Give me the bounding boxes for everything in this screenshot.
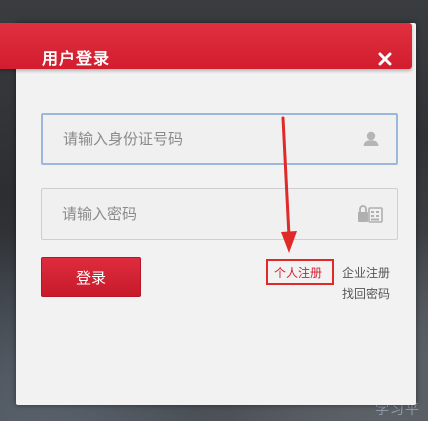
id-number-input[interactable] xyxy=(43,115,353,163)
login-button[interactable]: 登录 xyxy=(41,257,141,297)
keyboard-lock-icon xyxy=(358,205,383,223)
close-icon[interactable] xyxy=(376,50,394,68)
enterprise-register-link[interactable]: 企业注册 xyxy=(342,264,390,281)
dialog-title: 用户登录 xyxy=(42,49,111,68)
user-icon xyxy=(363,131,379,146)
id-number-field xyxy=(41,113,398,165)
personal-register-link[interactable]: 个人注册 xyxy=(274,264,322,281)
password-field xyxy=(41,188,398,240)
password-input[interactable] xyxy=(42,189,352,239)
forgot-password-link[interactable]: 找回密码 xyxy=(342,285,390,302)
